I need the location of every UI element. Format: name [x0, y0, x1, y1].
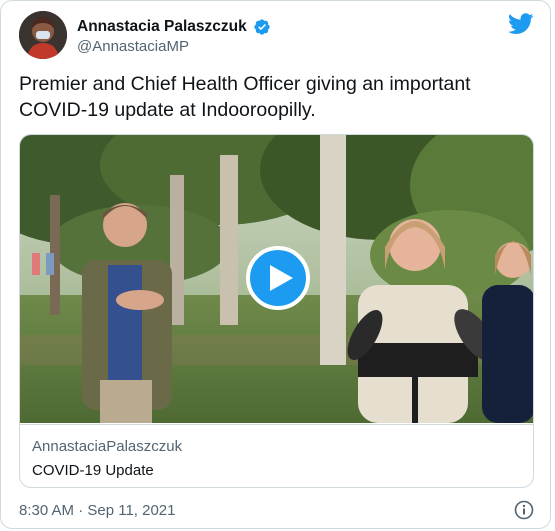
author-handle[interactable]: @AnnastaciaMP — [77, 37, 271, 57]
video-thumbnail[interactable] — [20, 135, 533, 423]
tweet-text: Premier and Chief Health Officer giving … — [19, 73, 471, 121]
tweet-header: Annastacia Palaszczuk @AnnastaciaMP — [19, 11, 534, 61]
info-icon[interactable] — [514, 500, 534, 520]
play-button[interactable] — [246, 246, 310, 310]
display-name[interactable]: Annastacia Palaszczuk — [77, 17, 247, 36]
link-domain: AnnastaciaPalaszczuk — [32, 438, 183, 455]
tweet-card[interactable]: Annastacia Palaszczuk @AnnastaciaMP Prem… — [0, 0, 551, 529]
verified-badge-icon — [253, 18, 271, 36]
link-title: COVID-19 Update — [32, 462, 154, 479]
twitter-bird-icon[interactable] — [508, 13, 534, 35]
tweet-footer: 8:30 AM · Sep 11, 2021 — [19, 500, 534, 521]
link-info[interactable]: AnnastaciaPalaszczuk COVID-19 Update — [20, 424, 533, 487]
avatar[interactable] — [19, 11, 67, 59]
timestamp[interactable]: 8:30 AM · Sep 11, 2021 — [19, 502, 176, 519]
play-icon — [270, 265, 293, 291]
link-card[interactable]: AnnastaciaPalaszczuk COVID-19 Update — [19, 134, 534, 488]
